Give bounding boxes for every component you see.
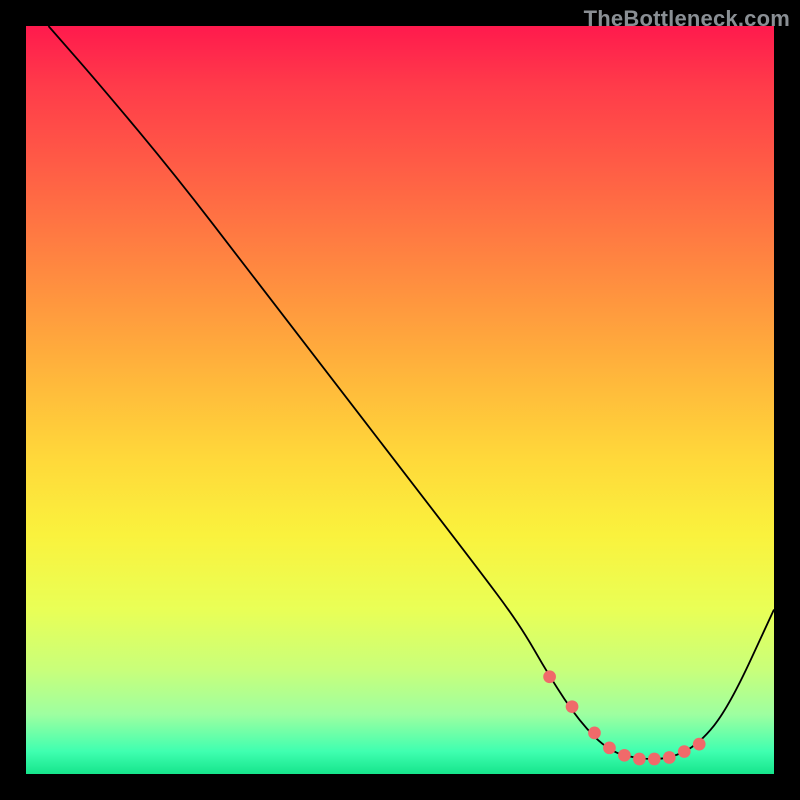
target-marker bbox=[663, 751, 676, 764]
chart-frame: TheBottleneck.com bbox=[0, 0, 800, 800]
target-marker bbox=[678, 745, 691, 758]
target-marker bbox=[588, 727, 601, 740]
target-marker bbox=[566, 700, 579, 713]
chart-svg bbox=[26, 26, 774, 774]
plot-area bbox=[26, 26, 774, 774]
target-marker bbox=[543, 670, 556, 683]
target-marker bbox=[603, 741, 616, 754]
target-marker bbox=[693, 738, 706, 751]
target-marker bbox=[618, 749, 631, 762]
attribution-label: TheBottleneck.com bbox=[584, 6, 790, 32]
bottleneck-curve bbox=[48, 26, 774, 759]
target-markers-group bbox=[543, 670, 705, 765]
target-marker bbox=[648, 753, 661, 766]
target-marker bbox=[633, 753, 646, 766]
